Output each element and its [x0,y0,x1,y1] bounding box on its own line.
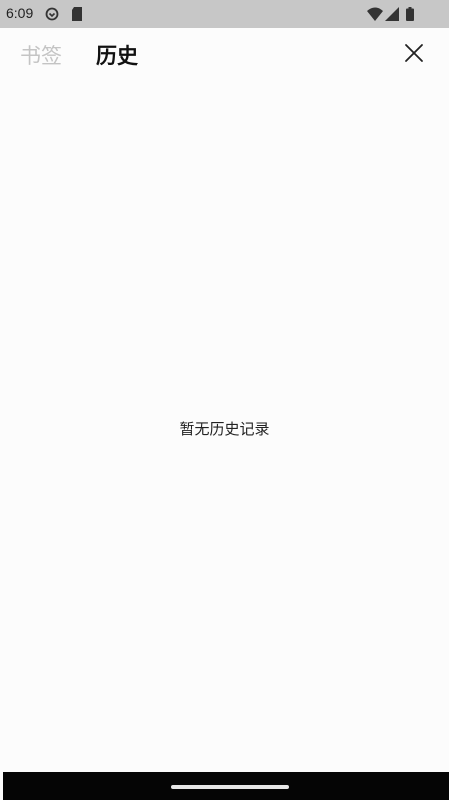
signal-icon [385,7,399,21]
navigation-bar [3,772,449,800]
status-time: 6:09 [6,5,34,21]
battery-icon [406,7,414,21]
close-icon [405,44,423,62]
header: 书签 历史 [0,28,449,84]
tab-history[interactable]: 历史 [96,42,138,70]
history-screen: 6:09 书签 历史 暂无历史记录 [0,0,449,800]
tab-bookmarks[interactable]: 书签 [20,42,62,70]
home-gesture-handle[interactable] [171,785,289,789]
sd-card-icon [71,7,83,21]
wifi-icon [367,7,383,21]
close-button[interactable] [401,40,427,66]
status-bar: 6:09 [0,0,449,28]
sync-icon [45,7,59,21]
empty-history-message: 暂无历史记录 [179,420,270,438]
